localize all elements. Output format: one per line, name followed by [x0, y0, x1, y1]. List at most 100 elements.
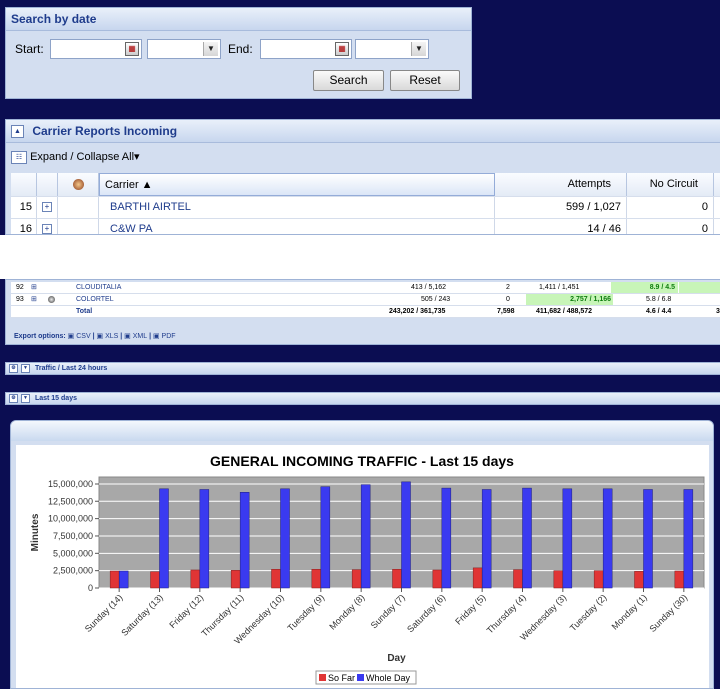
search-panel-title: Search by date: [6, 8, 471, 31]
value-cell: 5.8 / 6.8: [646, 296, 672, 303]
num-column-header: [11, 173, 37, 196]
bar-whole-day: [522, 487, 532, 589]
chart-area: GENERAL INCOMING TRAFFIC - Last 15 days 0…: [16, 445, 709, 688]
y-tick-label: 0: [88, 583, 93, 593]
bar-whole-day: [280, 488, 290, 589]
xls-export-link[interactable]: ▣ XLS: [97, 333, 119, 340]
attempts-column-header[interactable]: Attempts: [495, 173, 627, 196]
expand-row-button[interactable]: +: [37, 219, 58, 234]
end-time-select[interactable]: ▼: [355, 39, 429, 59]
chevron-down-icon[interactable]: ▼: [411, 42, 426, 56]
highlight-cell: 8.9 / 4.5: [611, 282, 678, 293]
reset-button[interactable]: Reset: [390, 70, 460, 91]
legend-swatch-so-far: [319, 674, 326, 681]
table-row[interactable]: 92 ⊞ CLOUDITALIA 413 / 5,162 2 1,411 / 1…: [11, 282, 720, 294]
carrier-name-link[interactable]: BARTHI AIRTEL: [99, 197, 495, 218]
legend-label-so-far: So Far: [328, 673, 355, 683]
start-label: Start:: [15, 42, 44, 56]
bar-whole-day: [401, 481, 411, 589]
bar-whole-day: [602, 488, 613, 589]
carrier-name-link[interactable]: C&W PA: [99, 219, 495, 234]
row-number: 92: [16, 284, 24, 291]
no-circuit-cell: 0: [506, 296, 510, 303]
x-tick-label: Thursday (4): [485, 592, 528, 635]
carrier-reports-panel: ▲ Carrier Reports Incoming ☷ Expand / Co…: [5, 119, 720, 235]
chevron-down-icon[interactable]: ▼: [21, 363, 30, 373]
search-button[interactable]: Search: [313, 70, 384, 91]
y-tick-label: 15,000,000: [48, 479, 93, 489]
traffic-chart: GENERAL INCOMING TRAFFIC - Last 15 days 0…: [30, 453, 705, 685]
carrier-column-header[interactable]: Carrier ▲: [99, 173, 495, 196]
chevron-down-icon[interactable]: ▼: [203, 42, 218, 56]
extra-column-header: [714, 173, 720, 196]
bar-so-far: [432, 569, 443, 589]
x-tick-label: Tuesday (2): [568, 592, 609, 633]
legend-swatch-whole-day: [357, 674, 364, 681]
chart-panel: GENERAL INCOMING TRAFFIC - Last 15 days 0…: [10, 420, 714, 689]
bar-so-far: [230, 570, 241, 589]
status-cell: [58, 197, 99, 218]
last-15-days-panel[interactable]: ⚙ ▼ Last 15 days: [5, 392, 720, 405]
end-date-input[interactable]: ▦: [260, 39, 352, 59]
xml-export-link[interactable]: ▣ XML: [124, 333, 147, 340]
status-column-header[interactable]: [58, 173, 99, 196]
chevron-down-icon[interactable]: ▼: [21, 393, 30, 403]
bar-whole-day: [159, 488, 169, 589]
bar-so-far: [392, 569, 402, 589]
y-tick-label: 5,000,000: [53, 548, 93, 558]
bar-whole-day: [683, 489, 694, 589]
expand-collapse-all[interactable]: ☷ Expand / Collapse All▾: [11, 150, 140, 164]
bar-whole-day: [199, 489, 210, 589]
x-tick-label: Saturday (13): [119, 592, 165, 638]
bar-so-far: [472, 567, 483, 589]
total-attempts: 243,202 / 361,735: [389, 308, 446, 315]
bar-so-far: [351, 569, 362, 589]
x-tick-label: Friday (5): [453, 592, 487, 626]
start-date-input[interactable]: ▦: [50, 39, 142, 59]
bar-whole-day: [481, 489, 492, 589]
no-circuit-cell: 2: [506, 284, 510, 291]
table-row[interactable]: 15 + BARTHI AIRTEL 599 / 1,027 0: [11, 197, 720, 219]
grid-header: Carrier ▲ Attempts No Circuit: [11, 173, 720, 197]
table-row[interactable]: 16 + C&W PA 14 / 46 0: [11, 219, 720, 234]
calendar-icon[interactable]: ▦: [125, 42, 139, 56]
start-time-select[interactable]: ▼: [147, 39, 221, 59]
calendar-icon[interactable]: ▦: [335, 42, 349, 56]
carrier-table-bottom: 92 ⊞ CLOUDITALIA 413 / 5,162 2 1,411 / 1…: [5, 279, 720, 345]
x-tick-label: Tuesday (9): [285, 592, 326, 633]
plus-icon: +: [42, 202, 52, 213]
expand-column-header: [37, 173, 58, 196]
y-tick-label: 10,000,000: [48, 514, 93, 524]
export-options-label: Export options:: [14, 333, 66, 340]
bar-so-far: [593, 570, 604, 589]
plus-icon[interactable]: ⊞: [31, 294, 37, 305]
plus-icon[interactable]: ⊞: [31, 282, 37, 293]
attempts-cell: 413 / 5,162: [411, 284, 447, 291]
total-label: Total: [76, 308, 93, 315]
row-number: 15: [11, 197, 37, 218]
csv-export-link[interactable]: ▣ CSV: [68, 333, 91, 340]
expand-row-button[interactable]: +: [37, 197, 58, 218]
chart-panel-top: [11, 421, 713, 441]
plus-icon: +: [42, 224, 52, 234]
table-row[interactable]: 93 ⊞ COLORTEL 505 / 243 0 2,757 / 1,166 …: [11, 294, 720, 306]
status-cell: [58, 219, 99, 234]
bar-so-far: [674, 570, 685, 589]
carrier-name-link[interactable]: COLORTEL: [76, 294, 114, 305]
x-tick-label: Monday (8): [327, 592, 366, 631]
total-value: 411,682 / 488,572: [536, 308, 593, 315]
y-axis-label: Minutes: [30, 513, 41, 551]
gear-icon[interactable]: ⚙: [9, 363, 18, 373]
bar-whole-day: [239, 492, 250, 589]
x-tick-label: Sunday (14): [83, 592, 125, 634]
x-tick-label: Sunday (7): [369, 592, 407, 630]
gear-icon[interactable]: ⚙: [9, 393, 18, 403]
x-tick-label: Sunday (30): [648, 592, 690, 634]
no-circuit-column-header[interactable]: No Circuit: [627, 173, 714, 196]
traffic-24h-panel[interactable]: ⚙ ▼ Traffic / Last 24 hours: [5, 362, 720, 375]
row-number: 16: [11, 219, 37, 234]
pdf-export-link[interactable]: ▣ PDF: [153, 333, 176, 340]
collapse-panel-button[interactable]: ▲: [11, 125, 24, 139]
carrier-name-link[interactable]: CLOUDITALIA: [76, 282, 121, 293]
y-tick-label: 2,500,000: [53, 566, 93, 576]
